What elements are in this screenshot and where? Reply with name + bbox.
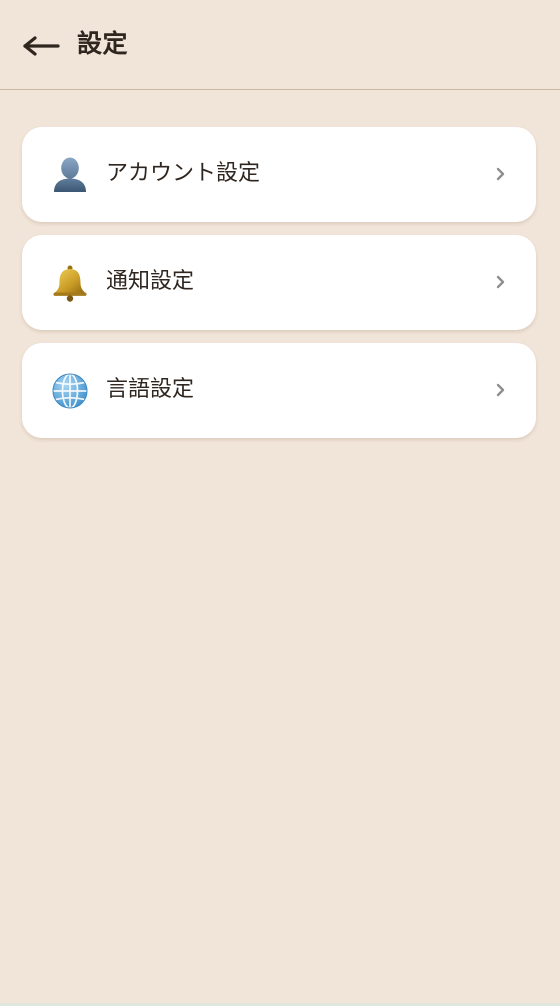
- settings-item-label: 通知設定: [106, 269, 195, 294]
- page-title: 設定: [77, 29, 129, 58]
- language-settings-item[interactable]: 言語設定: [22, 343, 536, 438]
- settings-item-label: アカウント設定: [106, 161, 261, 186]
- app-header: 設定: [0, 0, 560, 90]
- notification-settings-item[interactable]: 通知設定: [22, 235, 536, 330]
- settings-list: アカウント設定 通知設定 言語設定: [22, 127, 536, 451]
- chevron-right-icon: [494, 378, 508, 402]
- user-silhouette-icon: [50, 156, 90, 194]
- settings-item-label: 言語設定: [106, 377, 195, 402]
- back-arrow-icon: [23, 36, 60, 56]
- globe-icon: [50, 372, 90, 410]
- bell-icon: [50, 264, 90, 302]
- chevron-right-icon: [494, 270, 508, 294]
- back-button[interactable]: [18, 24, 64, 68]
- account-settings-item[interactable]: アカウント設定: [22, 127, 536, 222]
- chevron-right-icon: [494, 162, 508, 186]
